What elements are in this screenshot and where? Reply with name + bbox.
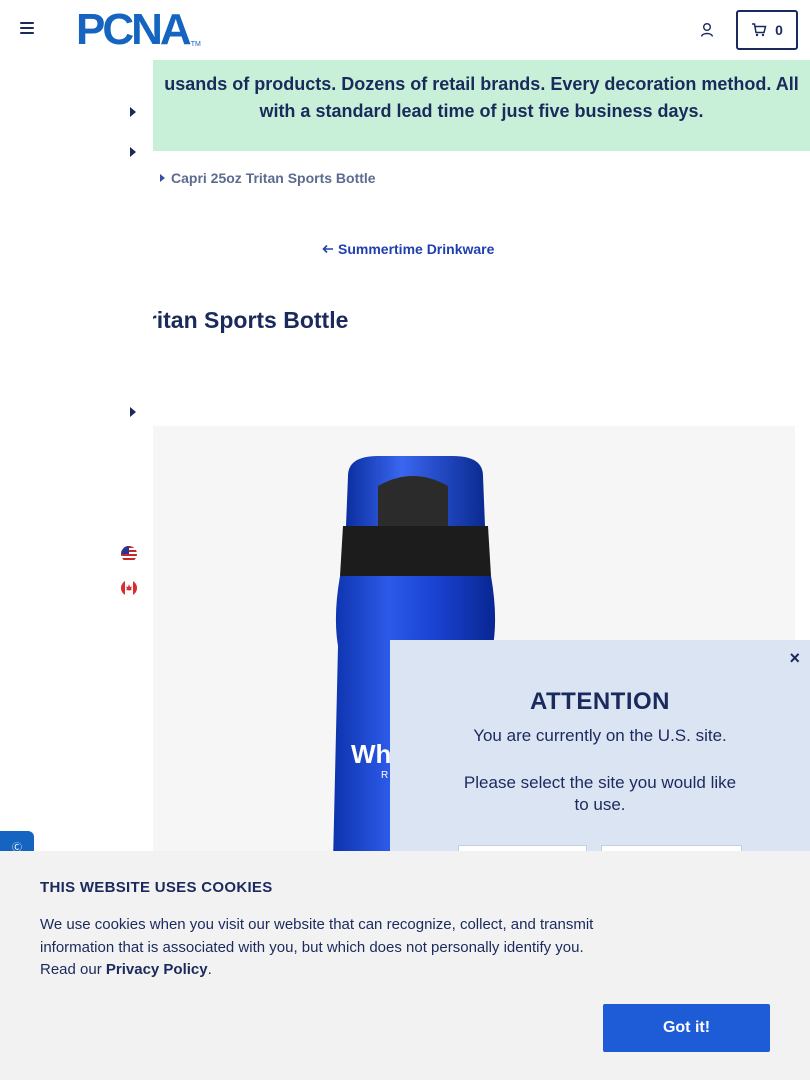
back-link-label[interactable]: Summertime Drinkware	[338, 241, 494, 257]
modal-select-site-message: Please select the site you would like to…	[463, 773, 737, 814]
accept-cookies-button[interactable]: Got it!	[603, 1004, 770, 1052]
logo-trademark: TM	[190, 41, 201, 48]
caret-right-icon[interactable]	[130, 407, 136, 417]
cart-icon	[752, 23, 767, 37]
menu-icon[interactable]	[20, 22, 36, 38]
product-title: Tritan Sports Bottle	[153, 307, 453, 334]
cookie-title: THIS WEBSITE USES COOKIES	[40, 879, 273, 896]
close-icon[interactable]: ×	[789, 648, 800, 669]
caret-right-icon[interactable]	[130, 107, 136, 117]
product-title-text: Tritan Sports Bottle	[153, 307, 349, 333]
cookie-banner: THIS WEBSITE USES COOKIES We use cookies…	[0, 851, 810, 1080]
privacy-policy-link[interactable]: Privacy Policy	[106, 961, 208, 978]
modal-title: ATTENTION	[529, 688, 671, 715]
pcna-logo[interactable]: PCNA TM	[76, 8, 201, 52]
back-link[interactable]: Summertime Drinkware	[322, 241, 494, 257]
banner-line-1: usands of products. Dozens of retail bra…	[164, 74, 799, 94]
us-flag-icon[interactable]	[121, 546, 137, 562]
site-selection-modal: × ATTENTION You are currently on the U.S…	[390, 640, 810, 875]
account-icon[interactable]	[700, 22, 716, 38]
cart-count: 0	[775, 22, 783, 38]
site-header: PCNA TM 0	[0, 0, 810, 60]
canada-flag-icon[interactable]	[121, 580, 137, 596]
breadcrumb-current: Capri 25oz Tritan Sports Bottle	[171, 170, 376, 186]
chevron-right-icon	[160, 174, 165, 182]
cookie-body: We use cookies when you visit our websit…	[40, 914, 610, 982]
cart-button[interactable]: 0	[736, 10, 798, 50]
breadcrumb: Capri 25oz Tritan Sports Bottle	[160, 170, 376, 186]
banner-line-2: with a standard lead time of just five b…	[259, 101, 704, 121]
modal-current-site-message: You are currently on the U.S. site.	[473, 726, 727, 745]
cookie-text-end: .	[207, 961, 212, 978]
logo-text: PCNA	[76, 5, 192, 54]
caret-right-icon[interactable]	[130, 147, 136, 157]
svg-text:Wh: Wh	[351, 739, 391, 769]
svg-text:R: R	[381, 770, 388, 781]
promo-banner: usands of products. Dozens of retail bra…	[153, 60, 810, 151]
arrow-left-icon	[322, 244, 333, 254]
